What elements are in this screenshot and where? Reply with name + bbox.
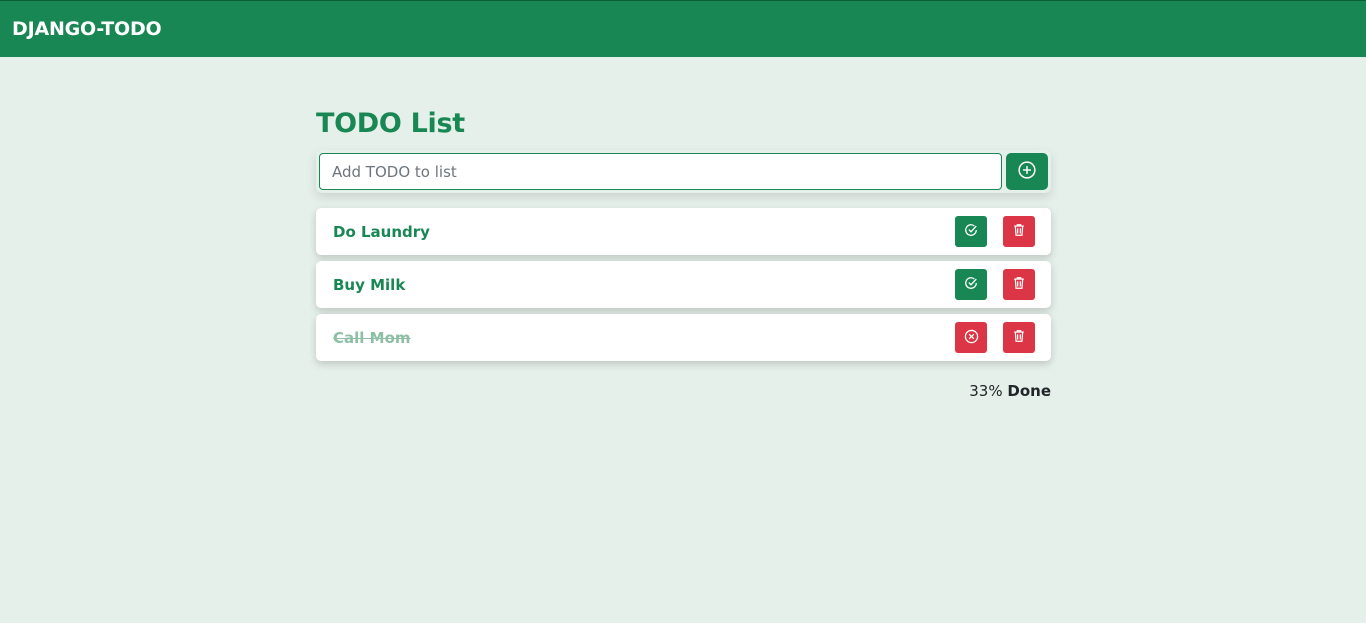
add-todo-form <box>316 150 1051 193</box>
completion-summary: 33% Done <box>316 382 1051 400</box>
undo-button[interactable] <box>955 322 987 353</box>
trash-icon <box>1012 276 1026 293</box>
x-circle-icon <box>964 329 979 347</box>
delete-button[interactable] <box>1003 269 1035 300</box>
page-title: TODO List <box>316 108 465 139</box>
complete-button[interactable] <box>955 269 987 300</box>
check-circle-icon <box>964 223 978 240</box>
main-container: TODO List Do Laundry <box>316 106 1051 400</box>
add-todo-button[interactable] <box>1006 153 1048 190</box>
todo-item-label: Call Mom <box>333 328 411 347</box>
navbar-brand[interactable]: DJANGO-TODO <box>12 18 162 40</box>
todo-item: Call Mom <box>316 314 1051 361</box>
navbar: DJANGO-TODO <box>0 0 1366 57</box>
trash-icon <box>1012 329 1026 346</box>
todo-item-label: Do Laundry <box>333 222 430 241</box>
plus-circle-icon <box>1018 161 1036 182</box>
todo-item: Buy Milk <box>316 261 1051 308</box>
delete-button[interactable] <box>1003 322 1035 353</box>
add-todo-input[interactable] <box>319 153 1002 190</box>
todo-item: Do Laundry <box>316 208 1051 255</box>
check-circle-icon <box>964 276 978 293</box>
delete-button[interactable] <box>1003 216 1035 247</box>
todo-list: Do Laundry Buy Milk Call Mom <box>316 208 1051 361</box>
trash-icon <box>1012 223 1026 240</box>
completion-percent: 33% <box>969 382 1003 400</box>
complete-button[interactable] <box>955 216 987 247</box>
todo-item-label: Buy Milk <box>333 275 406 294</box>
completion-label: Done <box>1007 382 1051 400</box>
